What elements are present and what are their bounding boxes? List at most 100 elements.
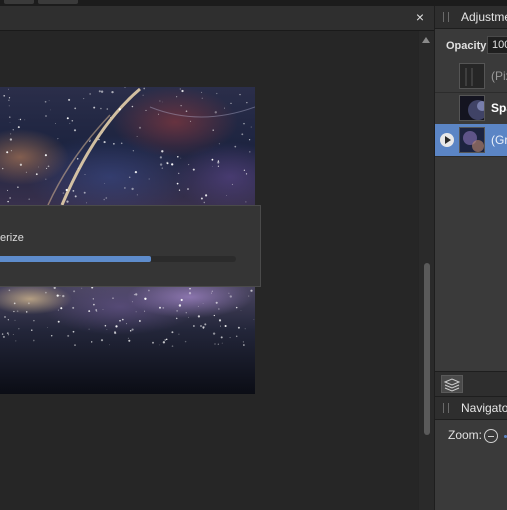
star	[161, 167, 163, 169]
layer-thumbnail	[459, 95, 485, 121]
starfield-bottom	[1, 287, 255, 347]
star	[72, 306, 75, 309]
star	[143, 87, 146, 90]
close-icon[interactable]: ×	[412, 8, 428, 26]
star	[106, 108, 109, 110]
star	[91, 287, 94, 289]
star	[66, 200, 69, 203]
navigator-panel-title[interactable]: Navigator	[461, 401, 507, 415]
star	[214, 111, 217, 114]
star	[248, 295, 250, 297]
progress-bar	[0, 256, 236, 262]
star	[74, 344, 76, 346]
star	[187, 188, 189, 190]
star	[101, 132, 103, 134]
star	[74, 107, 77, 110]
star	[189, 288, 191, 290]
star	[71, 119, 74, 122]
star	[92, 298, 94, 300]
opacity-input[interactable]	[487, 36, 507, 54]
star	[128, 339, 131, 342]
star	[136, 136, 138, 137]
zoom-out-icon[interactable]	[484, 429, 498, 443]
star	[204, 323, 207, 326]
star	[98, 90, 101, 93]
opacity-label: Opacity:	[446, 40, 491, 52]
vertical-scrollbar[interactable]	[419, 31, 434, 510]
star	[180, 157, 182, 159]
star	[45, 291, 47, 294]
star	[50, 109, 51, 111]
star	[8, 289, 11, 292]
star	[197, 315, 201, 318]
star	[152, 341, 154, 344]
star	[73, 129, 77, 132]
star	[127, 337, 129, 339]
star	[91, 341, 93, 343]
star	[231, 183, 233, 185]
layer-thumbnail	[459, 127, 485, 153]
star	[161, 150, 164, 153]
star	[7, 319, 9, 321]
opacity-row: Opacity:	[435, 32, 507, 58]
panel-grip-icon[interactable]	[443, 12, 449, 22]
progress-bar-fill	[0, 256, 152, 262]
play-icon[interactable]	[440, 133, 454, 147]
star	[223, 107, 226, 109]
layer-name: Spa	[491, 101, 507, 115]
layers-stack-icon[interactable]	[441, 375, 463, 393]
star	[237, 326, 240, 329]
star	[213, 314, 215, 317]
star	[62, 294, 65, 298]
star	[179, 88, 181, 90]
star	[86, 202, 88, 204]
scrollbar-thumb[interactable]	[424, 263, 430, 435]
star	[120, 142, 123, 145]
star	[2, 335, 5, 338]
star	[217, 343, 219, 345]
star	[212, 332, 216, 335]
adjustments-panel-title[interactable]: Adjustme	[461, 10, 507, 24]
star	[245, 201, 247, 203]
star	[124, 87, 126, 88]
star	[162, 101, 163, 103]
star	[53, 287, 56, 290]
star	[7, 88, 9, 90]
star	[95, 309, 98, 311]
layer-row-selected[interactable]: (Gr	[435, 124, 507, 157]
star	[171, 345, 174, 347]
star	[226, 195, 228, 196]
panel-grip-icon[interactable]	[443, 403, 449, 413]
star	[178, 189, 181, 191]
star	[83, 191, 86, 194]
star	[250, 126, 252, 128]
layer-row[interactable]: Spa	[435, 92, 507, 125]
toolbar-chip[interactable]	[4, 0, 34, 4]
star	[243, 169, 246, 171]
star	[17, 186, 19, 189]
star	[229, 295, 232, 298]
navigator-panel-header[interactable]: Navigator	[435, 397, 507, 420]
star	[132, 150, 134, 152]
star	[114, 331, 116, 334]
adjustments-panel-header[interactable]: Adjustme	[435, 6, 507, 29]
star	[165, 338, 168, 341]
star	[3, 94, 6, 97]
star	[14, 319, 16, 321]
star	[178, 333, 180, 335]
toolbar-chip[interactable]	[38, 0, 78, 4]
star	[235, 335, 238, 338]
star	[93, 303, 95, 306]
layer-thumbnail-art	[460, 96, 484, 120]
star	[203, 201, 206, 204]
star	[234, 145, 237, 148]
scroll-up-arrow-icon[interactable]	[422, 37, 430, 43]
star	[35, 173, 38, 176]
layer-row[interactable]: (Pix	[435, 60, 507, 93]
star	[178, 304, 182, 307]
star	[197, 305, 199, 307]
star	[205, 194, 208, 197]
star	[243, 122, 245, 125]
canvas-area[interactable]: erize	[0, 31, 418, 510]
star	[50, 334, 53, 337]
